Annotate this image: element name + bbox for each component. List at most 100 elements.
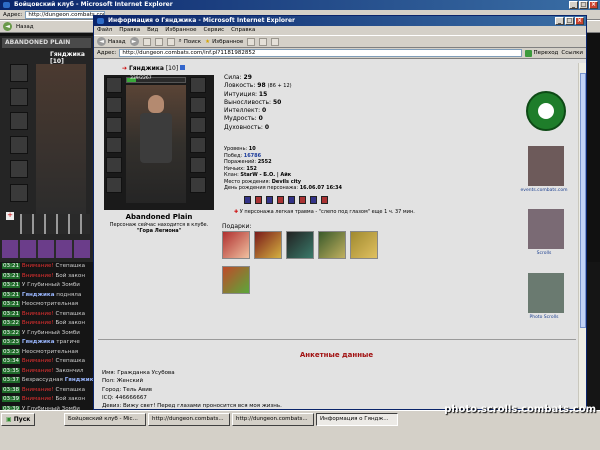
equipment-slot[interactable] xyxy=(10,64,28,82)
events-link[interactable]: events.combats.com xyxy=(512,188,576,193)
events-banner[interactable] xyxy=(528,146,564,186)
gloves-slot[interactable] xyxy=(106,157,122,173)
chat-time[interactable]: 03:22 xyxy=(2,320,21,326)
achievement-badge[interactable] xyxy=(255,196,262,204)
earring-slot[interactable] xyxy=(190,177,206,193)
achievement-badge[interactable] xyxy=(244,196,251,204)
chat-time[interactable]: 03:23 xyxy=(2,339,21,345)
taskbar-item[interactable]: Бойцовский клуб - Mic... xyxy=(64,413,146,426)
skill-icons[interactable] xyxy=(2,240,90,258)
achievement-badge[interactable] xyxy=(277,196,284,204)
gift-item[interactable] xyxy=(318,231,346,259)
gift-item[interactable] xyxy=(286,231,314,259)
info-icon[interactable] xyxy=(180,65,186,70)
amulet-slot[interactable] xyxy=(190,157,206,173)
back-button-label[interactable]: Назад xyxy=(16,24,34,30)
scrolls-link[interactable]: Scrolls xyxy=(512,251,576,256)
taskbar-item[interactable]: http://dungeon.combats... xyxy=(232,413,314,426)
close-button[interactable]: × xyxy=(589,1,598,9)
mail-icon[interactable] xyxy=(259,37,268,46)
legs-slot[interactable] xyxy=(106,177,122,193)
stop-icon[interactable] xyxy=(142,37,151,46)
chat-time[interactable]: 03:37 xyxy=(2,377,21,383)
print-icon[interactable] xyxy=(271,37,280,46)
photo-scrolls-link[interactable]: Photo Scrolls xyxy=(512,315,576,320)
menu-tools[interactable]: Сервис xyxy=(204,26,225,35)
character-info-window[interactable]: Информация о Гянджика - Microsoft Intern… xyxy=(93,15,587,410)
achievement-badge[interactable] xyxy=(299,196,306,204)
photo-scrolls-banner[interactable] xyxy=(528,273,564,313)
boots-slot[interactable] xyxy=(190,137,206,153)
history-icon[interactable] xyxy=(247,37,256,46)
gift-item[interactable] xyxy=(254,231,282,259)
vertical-scrollbar[interactable] xyxy=(578,63,586,409)
helmet-slot[interactable] xyxy=(106,77,122,93)
char-name[interactable]: Гянджика xyxy=(129,65,164,72)
plus-icon[interactable]: + xyxy=(6,212,14,220)
chat-time[interactable]: 03:23 xyxy=(2,348,21,355)
achievement-badge[interactable] xyxy=(288,196,295,204)
back-button[interactable]: ◄ Назад xyxy=(97,37,126,46)
equipment-slot[interactable] xyxy=(10,184,28,202)
chat-time[interactable]: 03:21 xyxy=(2,282,21,288)
go-button[interactable]: Переход xyxy=(524,49,558,57)
forward-arrow-icon[interactable]: ► xyxy=(129,37,139,46)
equipment-slot[interactable] xyxy=(10,112,28,130)
chat-time[interactable]: 03:35 xyxy=(2,367,21,374)
home-icon[interactable] xyxy=(166,37,175,46)
favorites-button[interactable]: ★ Избранное xyxy=(205,39,243,45)
taskbar-item-active[interactable]: Информация о Гяндж... xyxy=(316,413,398,426)
taskbar-item[interactable]: http://dungeon.combats... xyxy=(148,413,230,426)
links-label[interactable]: Ссылки xyxy=(561,50,583,56)
stat-sliders[interactable] xyxy=(20,214,90,234)
maximize-button[interactable]: □ xyxy=(579,1,588,9)
menu-view[interactable]: Вид xyxy=(147,26,158,35)
belt-slot[interactable] xyxy=(106,137,122,153)
minimize-button[interactable]: _ xyxy=(569,1,578,9)
chat-time[interactable]: 03:22 xyxy=(2,329,21,336)
chat-time[interactable]: 03:21 xyxy=(2,272,21,279)
chat-time[interactable]: 03:21 xyxy=(2,310,21,317)
scrollbar-thumb[interactable] xyxy=(580,73,586,328)
weapon-slot[interactable] xyxy=(106,97,122,113)
menu-help[interactable]: Справка xyxy=(231,26,255,35)
stat-label: Духовность: xyxy=(224,123,263,131)
menu-file[interactable]: Файл xyxy=(97,26,112,35)
ring-slot[interactable] xyxy=(190,77,206,93)
events-logo[interactable] xyxy=(526,91,566,131)
minimize-button[interactable]: _ xyxy=(555,17,564,25)
refresh-icon[interactable] xyxy=(154,37,163,46)
chat-time[interactable]: 03:39 xyxy=(2,396,21,402)
equipment-slot[interactable] xyxy=(10,160,28,178)
front-window-titlebar[interactable]: Информация о Гянджика - Microsoft Intern… xyxy=(94,16,586,26)
start-button[interactable]: ▣ Пуск xyxy=(1,413,36,426)
profile-field: ICQ: 446666667 xyxy=(102,394,282,402)
achievement-badge[interactable] xyxy=(310,196,317,204)
armor-slot[interactable] xyxy=(106,117,122,133)
chat-time[interactable]: 03:34 xyxy=(2,358,21,364)
watermark: photo.scrolls.combats.com xyxy=(444,404,596,415)
chat-time[interactable]: 03:21 xyxy=(2,263,21,269)
gift-item[interactable] xyxy=(222,266,250,294)
achievement-badge[interactable] xyxy=(321,196,328,204)
gift-item[interactable] xyxy=(350,231,378,259)
achievement-badge[interactable] xyxy=(266,196,273,204)
menu-edit[interactable]: Правка xyxy=(119,26,140,35)
gift-item[interactable] xyxy=(222,231,250,259)
search-button[interactable]: ⌕ Поиск xyxy=(179,38,202,45)
scrolls-banner[interactable] xyxy=(528,209,564,249)
address-field[interactable]: http://dungeon.combats.com/inf.pl?118198… xyxy=(119,49,522,57)
chat-time[interactable]: 03:21 xyxy=(2,291,21,298)
shield-slot[interactable] xyxy=(190,117,206,133)
equipment-slot[interactable] xyxy=(10,136,28,154)
chat-time[interactable]: 03:38 xyxy=(2,386,21,393)
back-arrow-icon[interactable]: ◄ xyxy=(3,22,12,31)
close-button[interactable]: × xyxy=(575,17,584,25)
maximize-button[interactable]: □ xyxy=(565,17,574,25)
equipment-slot[interactable] xyxy=(10,88,28,106)
menu-favorites[interactable]: Избранное xyxy=(165,26,196,35)
chat-text: Внимание! xyxy=(21,310,54,317)
chat-time[interactable]: 03:21 xyxy=(2,301,21,307)
back-window-titlebar[interactable]: Бойцовский клуб - Microsoft Internet Exp… xyxy=(0,0,600,10)
ring-slot[interactable] xyxy=(190,97,206,113)
